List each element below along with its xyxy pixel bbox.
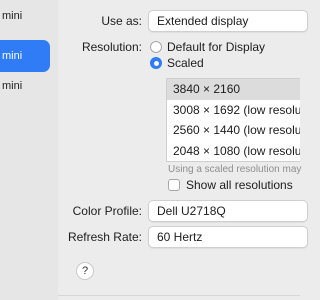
sidebar-item-display-3[interactable]: mini — [0, 70, 50, 102]
display-settings-panel: Use as: Extended display Resolution: Def… — [58, 0, 308, 300]
radio-scaled[interactable]: Scaled — [150, 56, 204, 70]
sidebar-item-label: mini — [2, 80, 23, 92]
resolution-label: Resolution: — [81, 40, 142, 54]
resolution-list: 3840 × 2160 3008 × 1692 (low resolut 256… — [166, 78, 300, 162]
use-as-popup[interactable]: Extended display — [148, 10, 308, 32]
sidebar-item-display-1[interactable]: mini — [0, 0, 50, 32]
show-all-resolutions-label: Show all resolutions — [186, 178, 293, 192]
use-as-label: Use as: — [101, 14, 142, 28]
resolution-item[interactable]: 3840 × 2160 — [167, 79, 300, 100]
divider — [58, 295, 300, 296]
radio-label: Default for Display — [167, 40, 266, 54]
scaled-resolution-hint: Using a scaled resolution may — [168, 164, 302, 175]
radio-dot — [153, 60, 159, 66]
radio-button-on[interactable] — [150, 57, 162, 69]
sidebar-item-label: mini — [2, 50, 23, 62]
color-profile-label: Color Profile: — [72, 204, 142, 218]
help-icon: ? — [81, 265, 89, 277]
color-profile-popup[interactable]: Dell U2718Q — [148, 200, 308, 222]
show-all-resolutions-checkbox-row[interactable]: Show all resolutions — [168, 178, 293, 192]
help-button[interactable]: ? — [76, 262, 94, 280]
refresh-rate-popup[interactable]: 60 Hertz — [148, 226, 308, 248]
refresh-rate-label: Refresh Rate: — [67, 230, 142, 244]
refresh-rate-value: 60 Hertz — [157, 230, 203, 244]
color-profile-value: Dell U2718Q — [157, 204, 226, 218]
sidebar-item-display-2[interactable]: mini — [0, 40, 50, 72]
sidebar-item-label: mini — [2, 10, 23, 22]
use-as-value: Extended display — [157, 14, 249, 28]
resolution-item[interactable]: 2560 × 1440 (low resolut — [167, 120, 300, 141]
resolution-item[interactable]: 2048 × 1080 (low resolut — [167, 141, 300, 162]
radio-default-for-display[interactable]: Default for Display — [150, 40, 265, 54]
radio-label: Scaled — [167, 56, 204, 70]
show-all-resolutions-checkbox[interactable] — [168, 179, 180, 191]
radio-button-off[interactable] — [150, 41, 162, 53]
resolution-item[interactable]: 3008 × 1692 (low resolut — [167, 100, 300, 121]
sidebar: mini mini mini — [0, 0, 59, 300]
